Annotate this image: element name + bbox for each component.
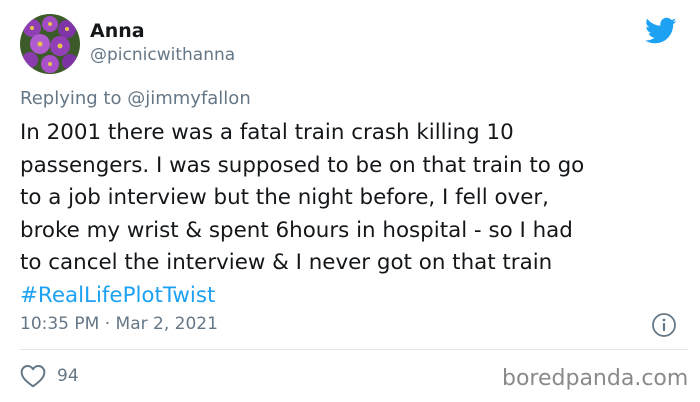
like-button[interactable]: 94 — [20, 364, 79, 388]
tweet-text-line: In 2001 there was a fatal train crash ki… — [20, 120, 514, 145]
hashtag-link[interactable]: #RealLifePlotTwist — [20, 280, 688, 313]
display-name[interactable]: Anna — [90, 20, 145, 42]
info-icon[interactable] — [651, 312, 677, 338]
tweet-text: In 2001 there was a fatal train crash ki… — [20, 117, 688, 312]
twitter-bird-icon — [645, 17, 677, 45]
divider — [20, 349, 688, 350]
user-handle[interactable]: @picnicwithanna — [90, 45, 235, 65]
avatar-image — [20, 14, 80, 74]
replying-to: Replying to @jimmyfallon — [20, 88, 251, 109]
like-count: 94 — [57, 366, 79, 386]
tweet-text-line: to a job interview but the night before,… — [20, 185, 549, 210]
tweet-text-line: to cancel the interview & I never got on… — [20, 250, 553, 275]
replying-to-label: Replying to — [20, 88, 122, 109]
avatar[interactable] — [20, 14, 80, 74]
watermark: boredpanda.com — [502, 366, 689, 391]
tweet-timestamp[interactable]: 10:35 PM · Mar 2, 2021 — [20, 314, 218, 334]
reply-mention-link[interactable]: @jimmyfallon — [127, 88, 251, 109]
tweet-card: Anna @picnicwithanna Replying to @jimmyf… — [0, 0, 700, 402]
heart-icon — [20, 365, 46, 388]
tweet-text-line: broke my wrist & spent 6hours in hospita… — [20, 217, 573, 243]
tweet-text-line: passengers. I was supposed to be on that… — [20, 152, 585, 178]
